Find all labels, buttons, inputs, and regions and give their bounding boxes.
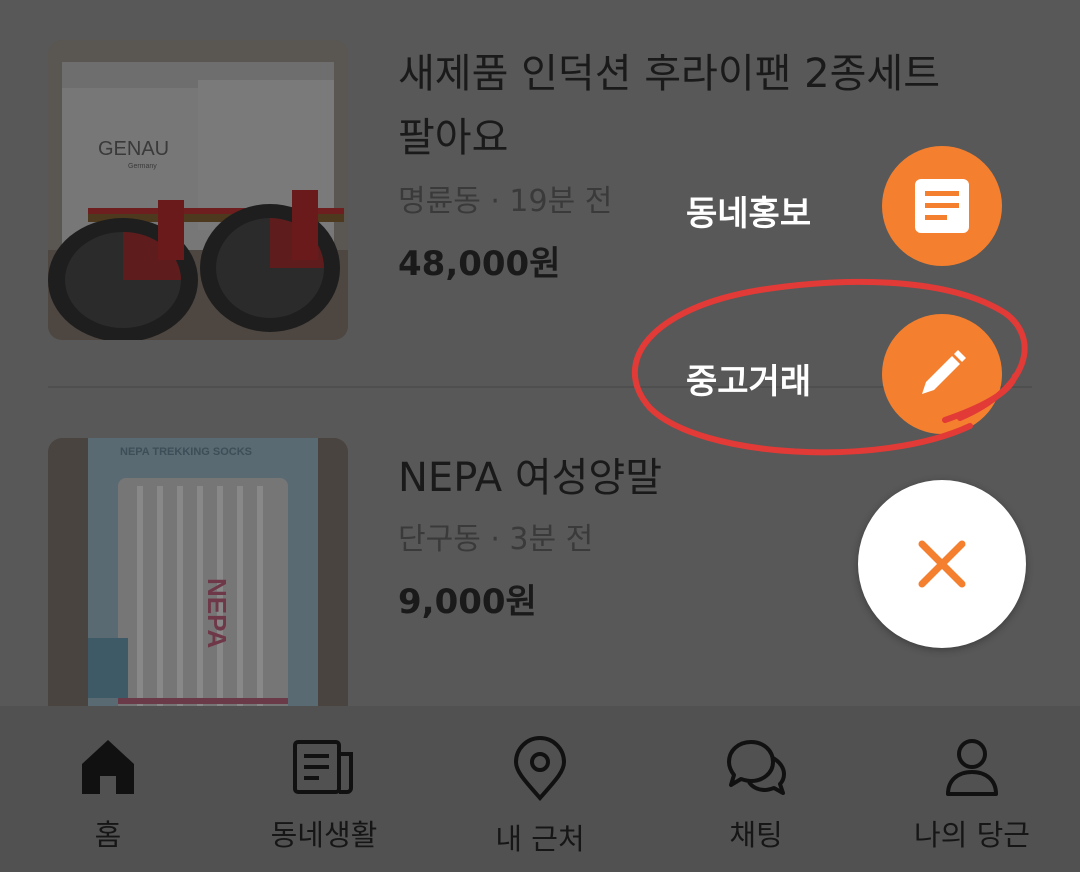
nepa-package-text: NEPA TREKKING SOCKS: [120, 446, 252, 458]
close-button[interactable]: [858, 480, 1026, 648]
listing-price: 9,000원: [398, 582, 537, 622]
nav-community[interactable]: 동네생활: [216, 706, 432, 872]
document-icon: [915, 179, 969, 233]
location-pin-icon: [513, 736, 567, 802]
bottom-nav: 홈 동네생활 내 근처 채팅 나의 당근: [0, 706, 1080, 872]
product-image[interactable]: GENAU Germany: [48, 40, 348, 340]
promo-button[interactable]: [882, 146, 1002, 266]
nav-home[interactable]: 홈: [0, 706, 216, 872]
red-circle-annotation: [631, 278, 1028, 456]
close-icon: [918, 540, 966, 588]
home-icon: [82, 740, 134, 794]
nav-nearby[interactable]: 내 근처: [432, 706, 648, 872]
product-image[interactable]: NEPA TREKKING SOCKS NEPA: [48, 438, 348, 718]
chat-bubbles-icon: [727, 740, 786, 795]
nav-my[interactable]: 나의 당근: [864, 706, 1080, 872]
newspaper-icon: [293, 740, 353, 794]
person-icon: [946, 739, 998, 796]
listing-price: 48,000원: [398, 244, 561, 284]
listing-meta: 단구동 · 3분 전: [398, 522, 594, 557]
svg-text:NEPA: NEPA: [202, 578, 232, 649]
listing-meta: 명륜동 · 19분 전: [398, 184, 613, 219]
genau-logo-text: GENAU: [98, 138, 169, 160]
promo-label[interactable]: 동네홍보: [686, 186, 811, 235]
nav-chat[interactable]: 채팅: [648, 706, 864, 872]
svg-text:Germany: Germany: [128, 163, 157, 170]
